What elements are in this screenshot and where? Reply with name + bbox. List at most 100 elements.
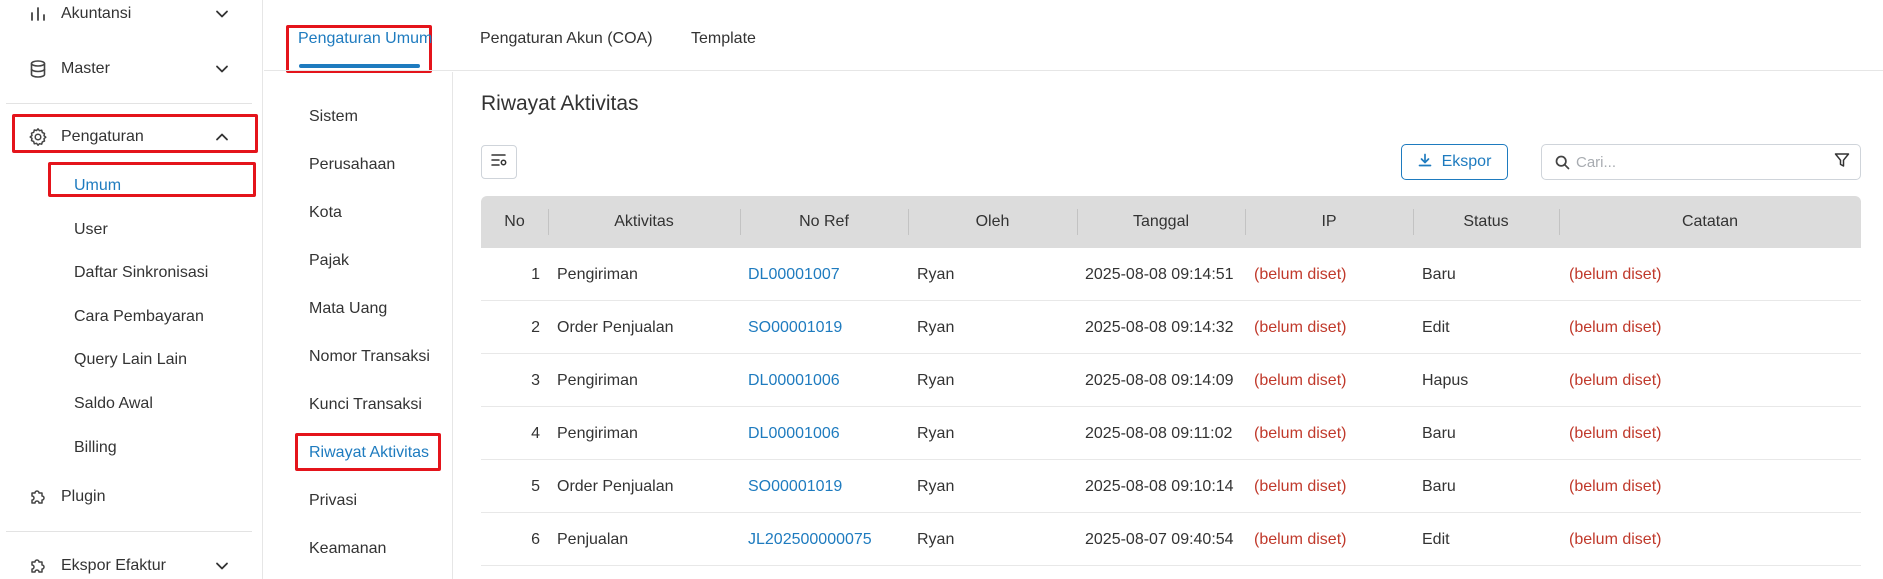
gear-icon: [27, 126, 49, 148]
submenu-item-kunci-transaksi[interactable]: Kunci Transaksi: [309, 396, 422, 414]
submenu-item-privasi[interactable]: Privasi: [309, 492, 357, 510]
cell-aktivitas: Pengiriman: [557, 371, 638, 389]
sidebar-item-master[interactable]: Master: [0, 49, 263, 89]
cell-status: Edit: [1422, 318, 1450, 336]
cell-no: 1: [531, 265, 540, 283]
search-box: [1541, 144, 1825, 180]
cell-catatan: (belum diset): [1569, 318, 1662, 336]
filter-button[interactable]: [1824, 144, 1861, 180]
tab-pengaturan-umum[interactable]: Pengaturan Umum: [298, 30, 432, 48]
table-row[interactable]: 3 Pengiriman DL00001006 Ryan 2025-08-08 …: [481, 354, 1861, 407]
cell-status: Edit: [1422, 530, 1450, 548]
submenu-item-perusahaan[interactable]: Perusahaan: [309, 156, 395, 174]
cell-oleh: Ryan: [917, 265, 955, 283]
cell-ip: (belum diset): [1254, 318, 1347, 336]
column-header-aktivitas[interactable]: Aktivitas: [548, 196, 740, 248]
cell-tanggal: 2025-08-07 09:40:54: [1085, 530, 1234, 548]
table-row[interactable]: 6 Penjualan JL202500000075 Ryan 2025-08-…: [481, 513, 1861, 566]
cell-ref-link[interactable]: DL00001006: [748, 354, 840, 407]
column-header-status[interactable]: Status: [1413, 196, 1559, 248]
column-settings-icon: [490, 152, 508, 173]
cell-no: 5: [531, 477, 540, 495]
cell-ip: (belum diset): [1254, 477, 1347, 495]
puzzle-icon: [27, 555, 49, 577]
sidebar-item-pengaturan[interactable]: Pengaturan: [0, 117, 263, 157]
column-header-no[interactable]: No: [481, 196, 548, 248]
puzzle-icon: [27, 486, 49, 508]
sidebar-item-label: Pengaturan: [61, 128, 144, 145]
cell-tanggal: 2025-08-08 09:14:09: [1085, 371, 1234, 389]
table-row[interactable]: 4 Pengiriman DL00001006 Ryan 2025-08-08 …: [481, 407, 1861, 460]
sidebar-subitem-cara-pembayaran[interactable]: Cara Pembayaran: [74, 302, 204, 332]
sidebar-subitem-saldo-awal[interactable]: Saldo Awal: [74, 389, 153, 419]
cell-catatan: (belum diset): [1569, 530, 1662, 548]
sidebar-item-ekspor-efaktur[interactable]: Ekspor Efaktur: [0, 546, 263, 579]
cell-aktivitas: Order Penjualan: [557, 477, 674, 495]
tab-pengaturan-akun-coa[interactable]: Pengaturan Akun (COA): [480, 30, 653, 48]
cell-ref-link[interactable]: DL00001006: [748, 407, 840, 460]
cell-ref-link[interactable]: JL202500000075: [748, 513, 872, 566]
sidebar-subitem-user[interactable]: User: [74, 215, 108, 245]
cell-aktivitas: Order Penjualan: [557, 318, 674, 336]
cell-no: 6: [531, 530, 540, 548]
sidebar: Akuntansi Master Pengaturan Umum User Da…: [0, 0, 263, 579]
search-icon: [1555, 155, 1570, 175]
column-header-tanggal[interactable]: Tanggal: [1077, 196, 1245, 248]
column-header-catatan[interactable]: Catatan: [1559, 196, 1861, 248]
cell-oleh: Ryan: [917, 477, 955, 495]
cell-no: 3: [531, 371, 540, 389]
bar-chart-icon: [27, 3, 49, 25]
submenu-item-kota[interactable]: Kota: [309, 204, 342, 222]
submenu-item-mata-uang[interactable]: Mata Uang: [309, 300, 387, 318]
sidebar-item-plugin[interactable]: Plugin: [0, 477, 263, 517]
submenu-item-sistem[interactable]: Sistem: [309, 108, 358, 126]
search-input[interactable]: [1576, 151, 1816, 173]
cell-catatan: (belum diset): [1569, 265, 1662, 283]
export-button[interactable]: Ekspor: [1401, 144, 1508, 180]
chevron-up-icon: [214, 129, 230, 145]
cell-tanggal: 2025-08-08 09:10:14: [1085, 477, 1234, 495]
cell-no: 2: [531, 318, 540, 336]
cell-oleh: Ryan: [917, 424, 955, 442]
download-icon: [1418, 153, 1432, 172]
page-title: Riwayat Aktivitas: [481, 92, 639, 115]
cell-catatan: (belum diset): [1569, 371, 1662, 389]
sidebar-subitem-billing[interactable]: Billing: [74, 433, 117, 463]
submenu-item-riwayat-aktivitas[interactable]: Riwayat Aktivitas: [309, 444, 429, 462]
table-row[interactable]: 2 Order Penjualan SO00001019 Ryan 2025-0…: [481, 301, 1861, 354]
column-settings-button[interactable]: [481, 145, 517, 179]
submenu-item-keamanan[interactable]: Keamanan: [309, 540, 386, 558]
sidebar-subitem-umum[interactable]: Umum: [74, 171, 121, 201]
cell-ref-link[interactable]: SO00001019: [748, 460, 842, 513]
cell-tanggal: 2025-08-08 09:11:02: [1085, 424, 1233, 442]
submenu-item-pajak[interactable]: Pajak: [309, 252, 349, 270]
table-row[interactable]: 5 Order Penjualan SO00001019 Ryan 2025-0…: [481, 460, 1861, 513]
cell-aktivitas: Pengiriman: [557, 424, 638, 442]
sidebar-subitem-query-lain-lain[interactable]: Query Lain Lain: [74, 345, 187, 375]
database-icon: [27, 58, 49, 80]
submenu-item-nomor-transaksi[interactable]: Nomor Transaksi: [309, 348, 430, 366]
cell-ip: (belum diset): [1254, 530, 1347, 548]
sidebar-divider: [6, 103, 252, 104]
tab-template[interactable]: Template: [691, 30, 756, 48]
table-row[interactable]: 1 Pengiriman DL00001007 Ryan 2025-08-08 …: [481, 248, 1861, 301]
cell-catatan: (belum diset): [1569, 477, 1662, 495]
column-header-ip[interactable]: IP: [1245, 196, 1413, 248]
cell-catatan: (belum diset): [1569, 424, 1662, 442]
sidebar-item-label: Master: [61, 60, 110, 77]
cell-ref-link[interactable]: DL00001007: [748, 248, 840, 301]
cell-status: Baru: [1422, 477, 1456, 495]
cell-oleh: Ryan: [917, 530, 955, 548]
column-header-oleh[interactable]: Oleh: [908, 196, 1077, 248]
export-label: Ekspor: [1441, 153, 1492, 170]
cell-tanggal: 2025-08-08 09:14:51: [1085, 265, 1234, 283]
column-header-no-ref[interactable]: No Ref: [740, 196, 908, 248]
sidebar-divider: [6, 531, 252, 532]
active-tab-indicator: [299, 64, 420, 68]
sidebar-subitem-daftar-sinkronisasi[interactable]: Daftar Sinkronisasi: [74, 258, 208, 288]
filter-icon: [1834, 152, 1850, 173]
cell-status: Hapus: [1422, 371, 1469, 389]
cell-status: Baru: [1422, 424, 1456, 442]
sidebar-item-akuntansi[interactable]: Akuntansi: [0, 0, 263, 34]
cell-ref-link[interactable]: SO00001019: [748, 301, 842, 354]
